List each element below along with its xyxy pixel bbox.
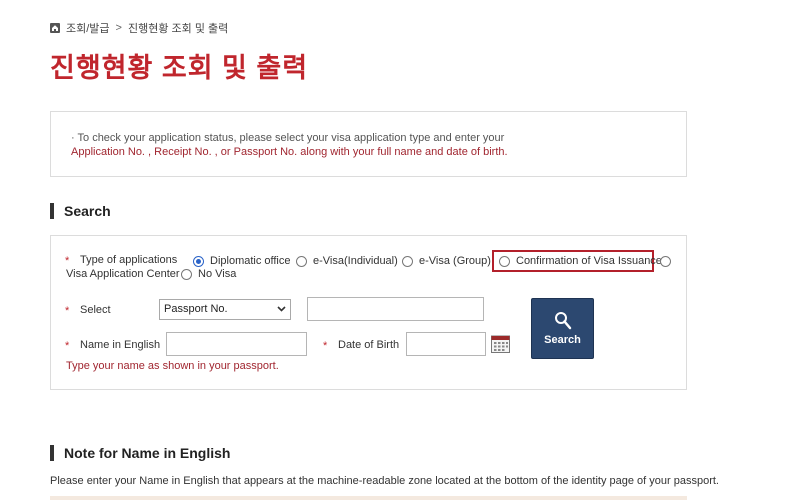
radio-label-evisa-individual[interactable]: e-Visa(Individual) — [313, 255, 398, 267]
radio-label-no-visa[interactable]: No Visa — [198, 268, 236, 280]
select-label: Select — [80, 304, 111, 316]
note-section-title: Note for Name in English — [50, 445, 230, 461]
id-type-select[interactable]: Passport No. — [159, 299, 291, 320]
required-mark: * — [323, 340, 328, 352]
radio-evisa-group[interactable] — [402, 256, 413, 267]
note-text: Please enter your Name in English that a… — [50, 475, 719, 487]
search-button-label: Search — [544, 334, 581, 346]
id-type-select-value: Passport No. — [164, 303, 228, 315]
radio-label-diplomatic-office[interactable]: Diplomatic office — [210, 255, 291, 267]
section-bar — [50, 203, 54, 219]
radio-confirmation-visa-issuance[interactable] — [499, 256, 510, 267]
info-text-line1: · To check your application status, plea… — [71, 132, 505, 144]
id-number-input[interactable] — [307, 297, 484, 321]
breadcrumb-separator: > — [115, 22, 122, 34]
search-section-title: Search — [50, 203, 111, 219]
radio-evisa-individual[interactable] — [296, 256, 307, 267]
search-icon — [555, 312, 572, 330]
breadcrumb-item-inquiry[interactable]: 조회/발급 — [66, 20, 110, 36]
calendar-icon[interactable] — [491, 334, 510, 353]
search-form: * Type of applications Diplomatic office… — [50, 235, 687, 390]
info-text-line2: Application No. , Receipt No. , or Passp… — [71, 146, 508, 158]
radio-label-evisa-group[interactable]: e-Visa (Group) — [419, 255, 491, 267]
breadcrumb: 조회/발급 > 진행현황 조회 및 출력 — [50, 20, 228, 36]
radio-visa-application-center[interactable] — [660, 256, 671, 267]
passport-image-strip — [50, 496, 687, 500]
note-section-title-text: Note for Name in English — [64, 445, 231, 461]
dob-label: Date of Birth — [338, 339, 400, 351]
radio-no-visa[interactable] — [181, 269, 192, 280]
name-input[interactable] — [166, 332, 307, 356]
info-box: · To check your application status, plea… — [50, 111, 687, 177]
radio-diplomatic-office[interactable] — [193, 256, 204, 267]
breadcrumb-item-status[interactable]: 진행현황 조회 및 출력 — [128, 20, 228, 36]
section-bar — [50, 445, 54, 461]
type-label: Type of applications — [80, 254, 178, 266]
page-title: 진행현황 조회 및 출력 — [50, 53, 309, 83]
search-button[interactable]: Search — [531, 298, 594, 359]
dob-input[interactable] — [406, 332, 486, 356]
chevron-down-icon — [277, 306, 286, 312]
radio-label-visa-application-center[interactable]: Visa Application Center — [66, 268, 180, 280]
search-section-title-text: Search — [64, 203, 111, 219]
required-mark: * — [65, 255, 70, 267]
radio-label-confirmation-visa-issuance[interactable]: Confirmation of Visa Issuance — [516, 255, 662, 267]
home-icon[interactable] — [50, 23, 60, 33]
name-hint: Type your name as shown in your passport… — [66, 360, 279, 372]
name-label: Name in English — [80, 339, 161, 351]
required-mark: * — [65, 340, 70, 352]
required-mark: * — [65, 305, 70, 317]
